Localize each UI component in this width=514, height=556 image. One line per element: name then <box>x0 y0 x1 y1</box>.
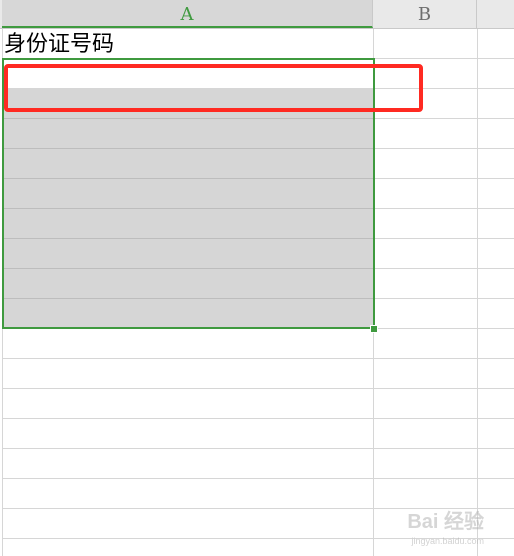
column-divider <box>373 29 374 556</box>
active-cell-a2[interactable] <box>4 60 373 88</box>
row-divider <box>4 298 373 299</box>
column-divider <box>2 29 3 556</box>
row-divider <box>4 178 373 179</box>
row-divider <box>2 478 514 479</box>
spreadsheet: A B 身份证号码 Bai 经验 jingyan.baidu.com <box>0 0 514 556</box>
column-header-b[interactable]: B <box>373 0 477 28</box>
cell-a1[interactable]: 身份证号码 <box>4 30 372 59</box>
row-divider <box>2 328 514 329</box>
column-header-a[interactable]: A <box>2 0 373 28</box>
fill-handle[interactable] <box>370 325 378 333</box>
row-divider <box>4 208 373 209</box>
watermark-logo: Bai 经验 <box>407 511 484 533</box>
column-header-c[interactable] <box>477 0 514 28</box>
row-divider <box>2 358 514 359</box>
row-divider <box>2 448 514 449</box>
row-divider <box>4 238 373 239</box>
column-divider <box>477 29 478 556</box>
row-divider <box>4 268 373 269</box>
row-divider <box>4 118 373 119</box>
row-divider <box>4 148 373 149</box>
column-header-row: A B <box>0 0 514 29</box>
watermark-url: jingyan.baidu.com <box>411 536 484 546</box>
selected-range-rows <box>4 88 373 327</box>
row-divider <box>2 418 514 419</box>
row-divider <box>2 388 514 389</box>
